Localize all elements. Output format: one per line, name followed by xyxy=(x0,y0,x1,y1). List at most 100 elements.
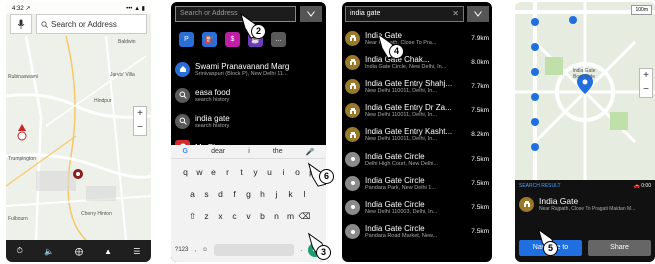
symbols-key[interactable]: ?123 xyxy=(175,247,188,253)
sheet-header: SEARCH RESULT 🚗 0:00 xyxy=(515,180,655,192)
result-text: India Gate Entry Dr Za... New Delhi 11001… xyxy=(365,103,464,118)
search-input[interactable]: Search or Address xyxy=(36,14,147,34)
route-icon[interactable]: ▲ xyxy=(104,247,112,256)
result-distance: 7.5km xyxy=(471,203,489,211)
microphone-button[interactable] xyxy=(10,14,32,34)
list-item[interactable]: easa food search history xyxy=(175,82,322,108)
search-icon xyxy=(41,20,48,28)
keyboard-key[interactable]: c xyxy=(229,208,241,225)
suggestion[interactable]: dear xyxy=(211,148,225,155)
result-row[interactable]: India Gate Chak... India Gate Circle, New… xyxy=(345,50,489,74)
volume-icon[interactable]: 🔈 xyxy=(44,247,54,256)
result-text: India Gate Circle Delhi High Court, New D… xyxy=(365,152,464,167)
place-summary[interactable]: India Gate Near Rajpath, Close To Pragat… xyxy=(515,192,655,216)
keyboard-key[interactable]: b xyxy=(257,208,269,225)
keyboard-key[interactable]: g xyxy=(243,186,255,203)
keyboard-key[interactable]: u xyxy=(264,164,276,181)
keyboard-key[interactable]: s xyxy=(201,186,213,203)
zoom-in-button[interactable]: + xyxy=(640,69,652,83)
result-text: India Gate Entry Shahj... New Delhi 11001… xyxy=(365,79,464,94)
microphone-icon[interactable]: 🎤 xyxy=(306,148,315,156)
suggestion[interactable]: i xyxy=(248,148,250,155)
result-subtitle: Delhi High Court, New Delhi... xyxy=(365,160,439,167)
result-row[interactable]: India Gate Circle New Delhi 110003, Delhi… xyxy=(345,195,489,219)
keyboard-key[interactable]: q xyxy=(180,164,192,181)
more-icon[interactable]: … xyxy=(271,32,286,47)
list-item[interactable]: india gate search history xyxy=(175,108,322,134)
monument-icon xyxy=(519,196,534,212)
keyboard-bottom-row: ?123 , ☺ . ✓ xyxy=(175,242,322,258)
filter-icon xyxy=(474,11,482,17)
keyboard-key[interactable]: j xyxy=(271,186,283,203)
map-view[interactable] xyxy=(515,2,655,180)
map-label: Hindpur xyxy=(94,98,112,104)
result-row[interactable]: India Gate Entry Shahj... New Delhi 11001… xyxy=(345,74,489,98)
result-row[interactable]: India Gate Circle Pandara Park, New Delhi… xyxy=(345,171,489,195)
home-icon xyxy=(175,61,190,77)
keyboard-key[interactable]: x xyxy=(215,208,227,225)
status-time: 4:32 ↗ xyxy=(12,6,31,12)
shift-key[interactable]: ⇧ xyxy=(187,208,199,225)
keyboard-key[interactable]: o xyxy=(292,164,304,181)
filter-button[interactable] xyxy=(467,6,489,22)
space-key[interactable] xyxy=(214,244,295,256)
search-screen-panel: Search or Address P ⛽ $ ☕ … Swami Pranav… xyxy=(171,2,326,262)
item-subtitle: search history xyxy=(195,122,230,129)
filter-button[interactable] xyxy=(300,6,322,22)
result-row[interactable]: India Gate Near Rajpath, Close To Pra... 7… xyxy=(345,26,489,50)
result-row[interactable]: India Gate Entry Dr Za... New Delhi 11001… xyxy=(345,99,489,123)
keyboard-key[interactable]: i xyxy=(278,164,290,181)
keyboard-key[interactable]: l xyxy=(299,186,311,203)
drive-time-value: 0:00 xyxy=(641,183,651,189)
locate-icon[interactable]: ⨁ xyxy=(75,247,83,256)
keyboard-key[interactable]: r xyxy=(222,164,234,181)
menu-icon[interactable]: ☰ xyxy=(133,247,140,256)
keyboard-key[interactable]: f xyxy=(229,186,241,203)
keyboard-key[interactable]: v xyxy=(243,208,255,225)
keyboard-key[interactable]: k xyxy=(285,186,297,203)
map-scale: 100m xyxy=(631,5,652,15)
keyboard-key[interactable]: e xyxy=(208,164,220,181)
comma-key[interactable]: , xyxy=(194,247,196,253)
result-text: India Gate Circle New Delhi 110003, Delhi… xyxy=(365,200,464,215)
keyboard-key[interactable]: d xyxy=(215,186,227,203)
result-distance: 7.5km xyxy=(471,155,489,163)
period-key[interactable]: . xyxy=(300,247,302,253)
fuel-icon[interactable]: ⛽ xyxy=(202,32,217,47)
keyboard-key[interactable]: a xyxy=(187,186,199,203)
category-shortcuts: P ⛽ $ ☕ … xyxy=(179,32,286,47)
item-title: Swami Pranavanand Marg xyxy=(195,61,290,71)
clear-icon[interactable]: ✕ xyxy=(452,9,459,18)
clock-icon[interactable]: ⏱ xyxy=(17,246,23,256)
list-item[interactable]: Swami Pranavanand Marg Srinivaspuri (Bloc… xyxy=(175,56,322,82)
zoom-out-button[interactable]: − xyxy=(134,121,146,135)
keyboard-key[interactable]: h xyxy=(257,186,269,203)
result-row[interactable]: India Gate Circle Delhi High Court, New D… xyxy=(345,147,489,171)
zoom-out-button[interactable]: − xyxy=(640,83,652,97)
monument-icon xyxy=(345,103,360,119)
keyboard-key[interactable]: m xyxy=(285,208,297,225)
search-input[interactable]: Search or Address xyxy=(175,6,296,22)
place-address: Near Rajpath, Close To Pragati Maidan M.… xyxy=(539,206,636,212)
result-distance: 7.7km xyxy=(471,82,489,90)
map-label: Cherry Hinton xyxy=(81,211,112,217)
keyboard-key[interactable]: n xyxy=(271,208,283,225)
map-view[interactable]: Baldwin Rubinaswami Jarvis' Villa Hindpu… xyxy=(6,35,151,241)
monument-icon xyxy=(345,127,360,143)
zoom-in-button[interactable]: + xyxy=(134,107,146,121)
keyboard-key[interactable]: z xyxy=(201,208,213,225)
result-row[interactable]: India Gate Circle Pandara Road Market, Ne… xyxy=(345,220,489,244)
parking-icon[interactable]: P xyxy=(179,32,194,47)
keyboard-key[interactable]: y xyxy=(250,164,262,181)
suggestion[interactable]: the xyxy=(273,148,283,155)
keyboard-key[interactable]: t xyxy=(236,164,248,181)
share-button[interactable]: Share xyxy=(588,240,651,256)
step-marker: 2 xyxy=(251,24,266,39)
search-input[interactable]: india gate ✕ xyxy=(345,6,464,22)
keyboard-key[interactable]: w xyxy=(194,164,206,181)
result-row[interactable]: India Gate Entry Kasht... New Delhi 11001… xyxy=(345,123,489,147)
bottom-toolbar: ⏱ 🔈 ⨁ ▲ ☰ xyxy=(6,240,151,262)
backspace-key[interactable]: ⌫ xyxy=(299,208,311,225)
emoji-icon[interactable]: ☺ xyxy=(202,247,208,253)
step-marker: 4 xyxy=(389,44,404,59)
